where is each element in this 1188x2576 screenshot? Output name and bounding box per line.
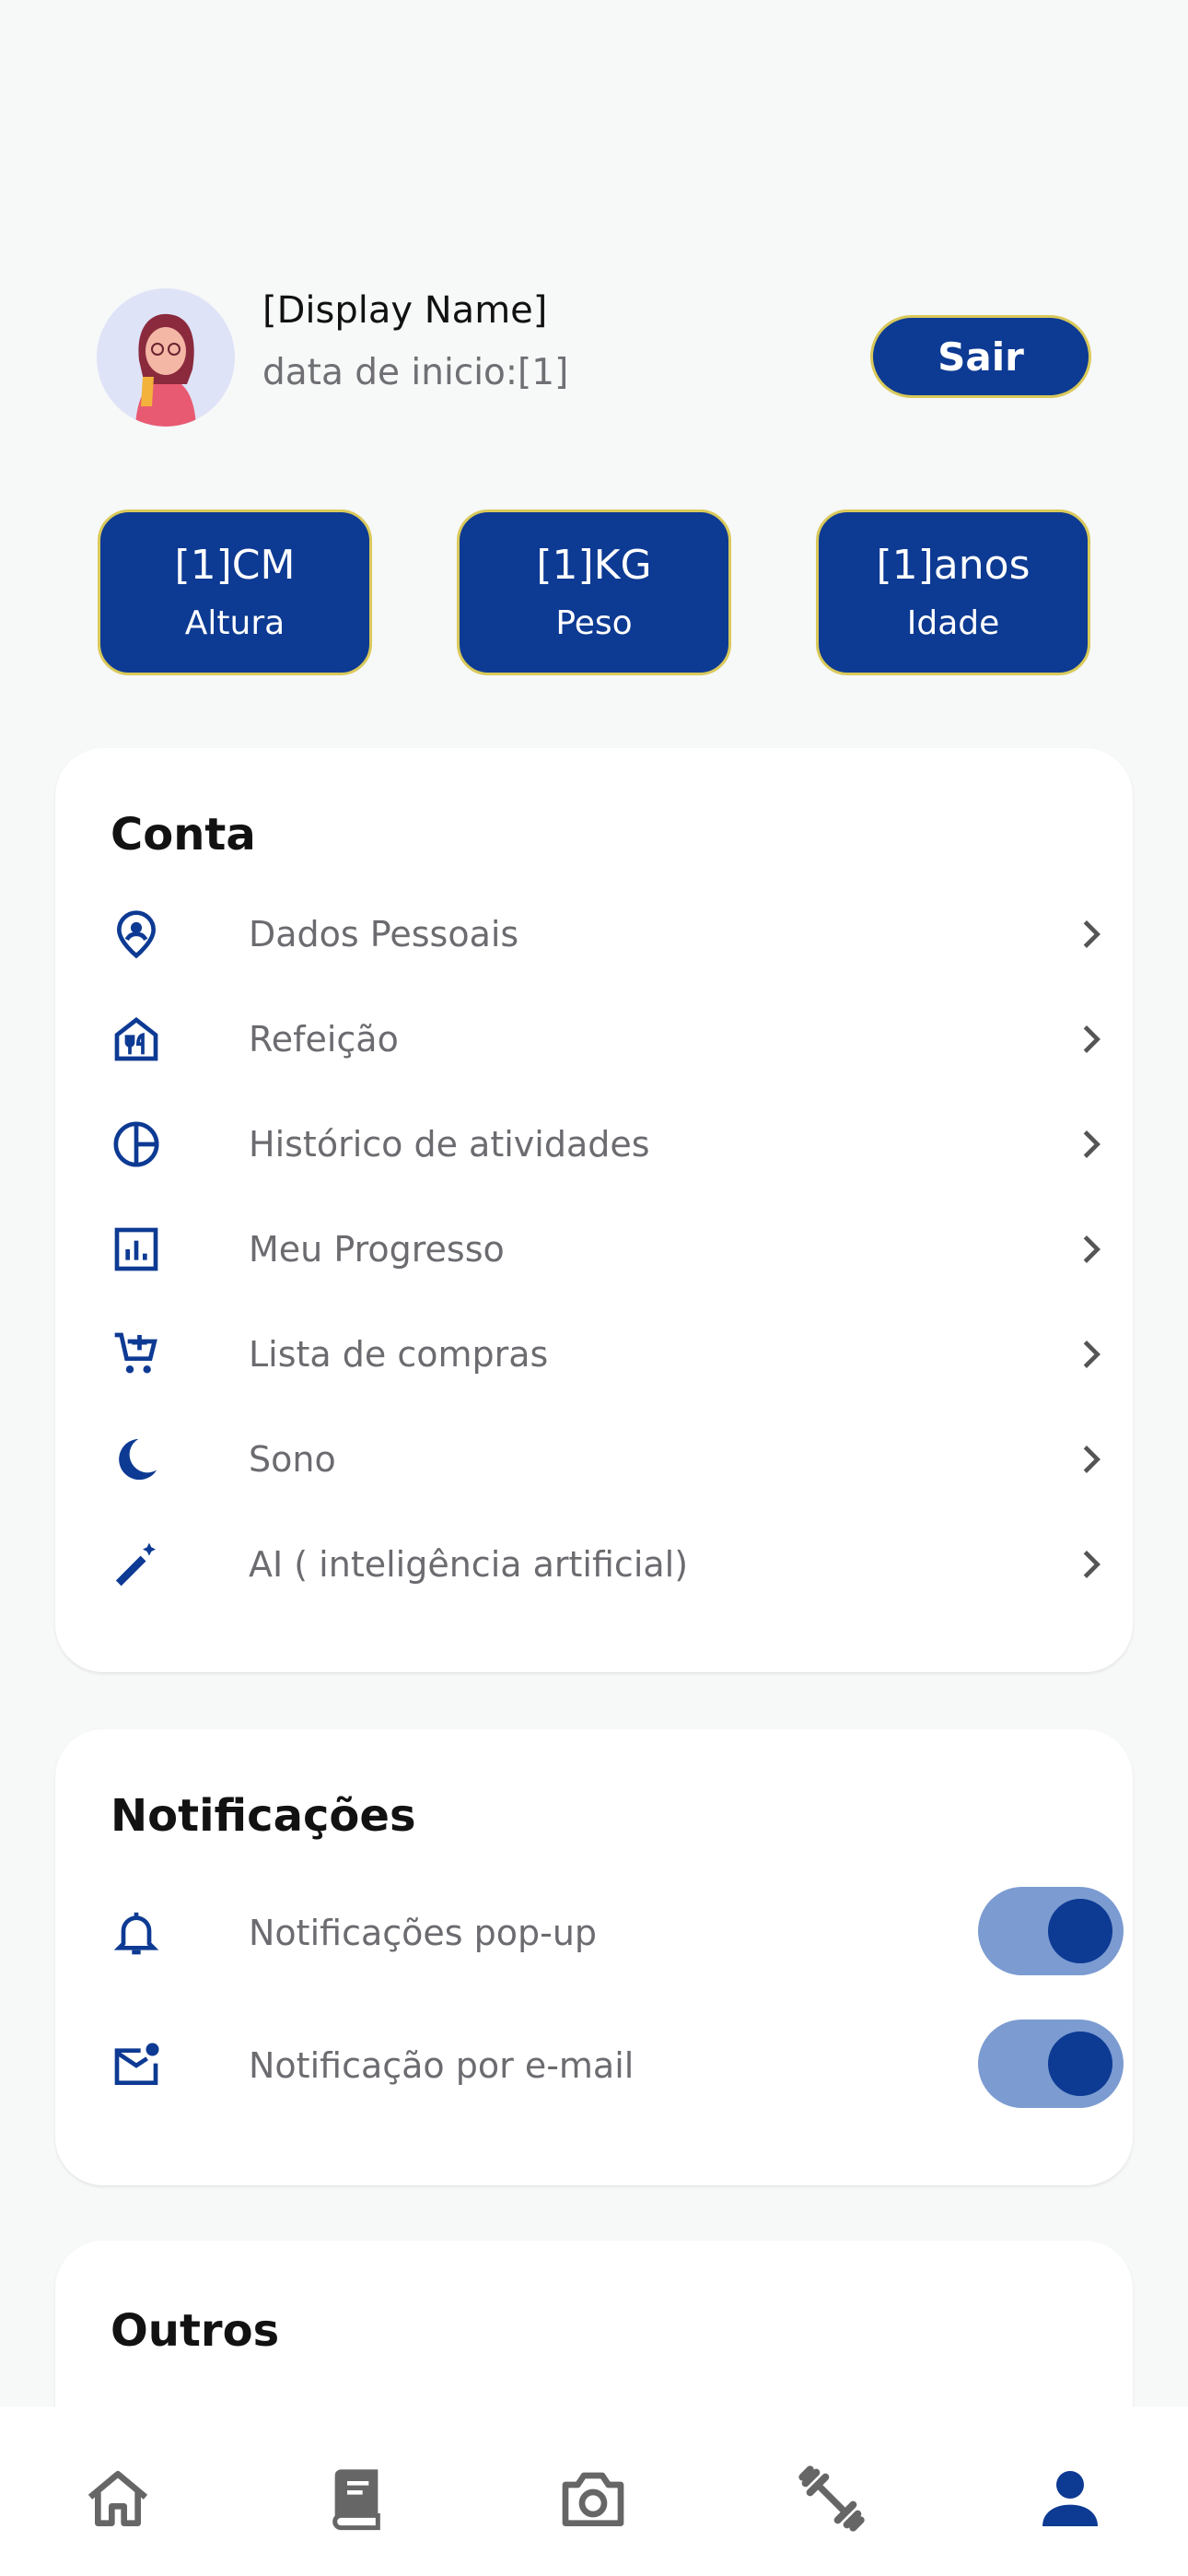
email-notification-toggle[interactable]: [978, 2020, 1124, 2108]
account-item-activity-history[interactable]: Histórico de atividades: [111, 1098, 1133, 1190]
age-stat: [1]anos Idade: [816, 509, 1090, 675]
chevron-right-icon: [1083, 920, 1101, 948]
person-icon[interactable]: [1033, 2462, 1107, 2535]
account-item-label: Lista de compras: [249, 1334, 549, 1375]
location-person-icon: [116, 910, 157, 959]
popup-notification-toggle[interactable]: [978, 1887, 1124, 1975]
camera-icon[interactable]: [556, 2462, 630, 2535]
notifications-title: Notificações: [111, 1790, 416, 1842]
toggle-knob: [1048, 1899, 1112, 1963]
account-item-label: AI ( inteligência artificial): [249, 1544, 689, 1585]
chevron-right-icon: [1083, 1235, 1101, 1263]
chevron-right-icon: [1083, 1446, 1101, 1473]
bottom-navigation: [0, 2406, 1188, 2576]
account-item-label: Histórico de atividades: [249, 1124, 650, 1165]
others-title: Outros: [111, 2305, 280, 2357]
weight-value: [1]KG: [536, 542, 652, 589]
chevron-right-icon: [1083, 1551, 1101, 1578]
account-item-label: Refeição: [249, 1019, 399, 1060]
home-icon[interactable]: [81, 2462, 155, 2535]
notification-popup-row: Notificações pop-up: [111, 1887, 1133, 1979]
bar-chart-icon: [114, 1227, 158, 1271]
account-title: Conta: [111, 809, 256, 861]
chevron-right-icon: [1083, 1025, 1101, 1053]
toggle-knob: [1048, 2032, 1112, 2096]
magic-wand-icon: [115, 1542, 156, 1587]
moon-icon: [119, 1438, 157, 1481]
mail-badge-icon: [114, 2043, 159, 2085]
height-stat: [1]CM Altura: [98, 509, 372, 675]
bell-icon: [113, 1912, 159, 1955]
age-value: [1]anos: [876, 542, 1031, 589]
chevron-right-icon: [1083, 1130, 1101, 1158]
notification-label: Notificação por e-mail: [249, 2045, 635, 2086]
notification-label: Notificações pop-up: [249, 1913, 598, 1953]
account-item-label: Sono: [249, 1439, 336, 1480]
notification-email-row: Notificação por e-mail: [111, 2020, 1133, 2112]
chevron-right-icon: [1083, 1341, 1101, 1368]
account-item-label: Dados Pessoais: [249, 914, 519, 954]
display-name: [Display Name]: [262, 289, 548, 332]
age-label: Idade: [906, 604, 1000, 642]
cart-add-icon: [114, 1332, 157, 1374]
start-date: data de inicio:[1]: [262, 352, 569, 393]
account-item-label: Meu Progresso: [249, 1229, 505, 1270]
height-label: Altura: [184, 604, 285, 642]
dumbbell-icon[interactable]: [795, 2462, 868, 2535]
account-card: Conta Dados Pessoais Refeição Histórico …: [55, 748, 1133, 1672]
account-item-ai[interactable]: AI ( inteligência artificial): [111, 1518, 1133, 1610]
height-value: [1]CM: [174, 542, 296, 589]
notifications-card: Notificações Notificações pop-up Notific…: [55, 1729, 1133, 2185]
pie-chart-icon: [113, 1121, 159, 1167]
book-icon[interactable]: [320, 2462, 393, 2535]
account-item-meal[interactable]: Refeição: [111, 993, 1133, 1085]
account-item-progress[interactable]: Meu Progresso: [111, 1203, 1133, 1295]
logout-button[interactable]: Sair: [870, 315, 1091, 398]
avatar[interactable]: [97, 288, 235, 427]
weight-stat: [1]KG Peso: [457, 509, 731, 675]
account-item-shopping-list[interactable]: Lista de compras: [111, 1308, 1133, 1400]
account-item-sleep[interactable]: Sono: [111, 1413, 1133, 1505]
weight-label: Peso: [555, 604, 633, 642]
restaurant-icon: [114, 1017, 158, 1061]
account-item-personal-data[interactable]: Dados Pessoais: [111, 888, 1133, 980]
